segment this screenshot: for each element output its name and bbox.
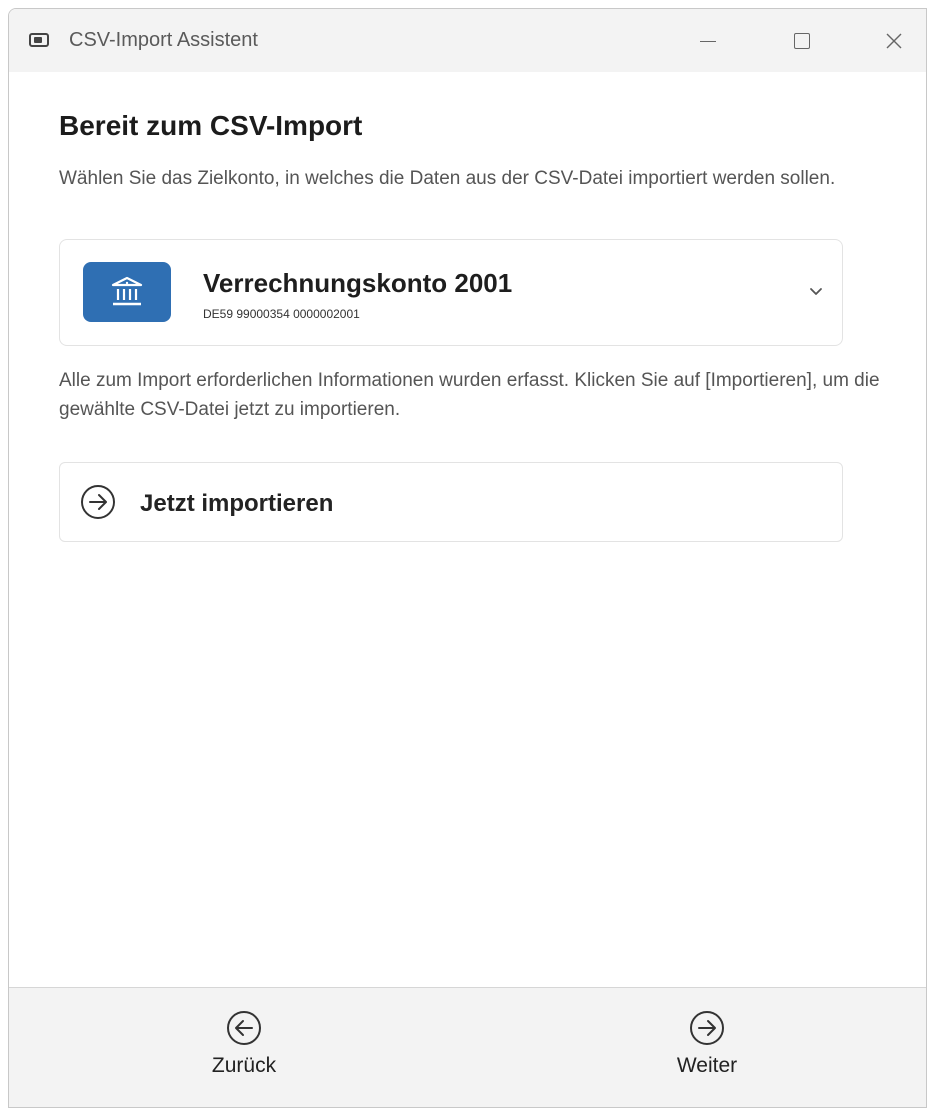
title-bar[interactable]: CSV-Import Assistent [9,9,926,72]
window-title: CSV-Import Assistent [69,29,258,51]
maximize-button[interactable] [779,23,825,59]
arrow-left-circle-icon [227,1011,261,1045]
page-title: Bereit zum CSV-Import [59,110,363,141]
wizard-footer: Zurück Weiter [9,987,926,1107]
back-button[interactable]: Zurück [189,1010,299,1090]
page-description: Wählen Sie das Zielkonto, in welches die… [59,168,836,189]
close-icon [886,33,902,49]
import-now-button[interactable]: Jetzt importieren [59,462,843,542]
account-iban: DE59 99000354 0000002001 [203,307,360,321]
next-label: Weiter [676,1054,738,1077]
csv-import-window: CSV-Import Assistent Bereit zum CSV-Impo… [8,8,927,1108]
import-now-label: Jetzt importieren [140,490,334,517]
app-icon [29,33,49,47]
arrow-right-circle-icon [690,1011,724,1045]
bank-icon [83,262,171,322]
chevron-down-icon[interactable] [808,283,824,299]
close-button[interactable] [871,23,917,59]
account-name: Verrechnungskonto 2001 [203,268,513,298]
next-button[interactable]: Weiter [652,1010,762,1090]
import-info-text: Alle zum Import erforderlichen Informati… [59,370,880,420]
minimize-icon [700,40,716,42]
arrow-right-circle-icon [81,485,115,519]
back-label: Zurück [211,1054,277,1077]
minimize-button[interactable] [685,23,731,59]
maximize-icon [794,33,810,49]
account-selector[interactable]: Verrechnungskonto 2001 DE59 99000354 000… [59,239,843,346]
